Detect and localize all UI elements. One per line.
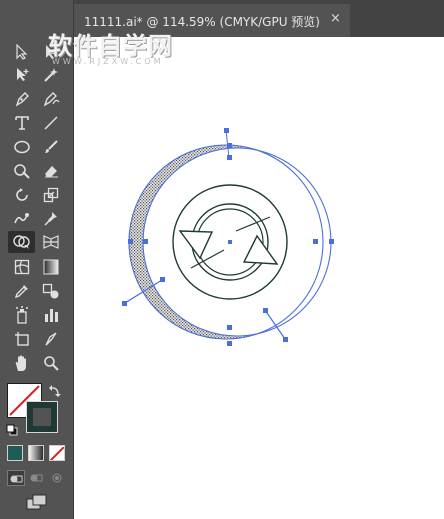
tools-panel bbox=[0, 0, 74, 519]
slice-tool-icon[interactable] bbox=[39, 328, 63, 350]
curvature-tool-icon[interactable] bbox=[39, 88, 63, 110]
shape-builder-tool-icon[interactable] bbox=[8, 231, 35, 253]
zoom-tool-icon[interactable] bbox=[39, 352, 63, 374]
blend-tool-icon[interactable] bbox=[39, 280, 63, 302]
puppet-warp-tool-icon[interactable] bbox=[39, 208, 63, 230]
pen-tool-icon[interactable] bbox=[10, 88, 34, 110]
none-mode-button[interactable] bbox=[49, 445, 65, 461]
artboard-tool-icon[interactable] bbox=[10, 328, 34, 350]
type-tool-icon[interactable] bbox=[10, 112, 34, 134]
draw-inside-icon[interactable] bbox=[49, 470, 65, 484]
hand-tool-icon[interactable] bbox=[10, 352, 34, 374]
watermark-logo: 软件自学网 bbox=[48, 32, 173, 60]
center-point bbox=[228, 240, 232, 244]
swap-fill-stroke-icon[interactable] bbox=[48, 383, 62, 397]
color-mode-button[interactable] bbox=[7, 445, 23, 461]
stroke-swatch-hole bbox=[33, 408, 51, 426]
mesh-tool-icon[interactable] bbox=[10, 256, 34, 278]
ellipse-tool-icon[interactable] bbox=[10, 136, 34, 158]
rotate-tool-icon[interactable] bbox=[10, 184, 34, 206]
draw-normal-icon[interactable] bbox=[7, 470, 25, 486]
warp-tool-icon[interactable] bbox=[10, 208, 34, 230]
stroke-swatch[interactable] bbox=[26, 401, 58, 433]
gradient-mode-button[interactable] bbox=[28, 445, 44, 461]
artwork bbox=[122, 128, 334, 346]
paintbrush-tool-icon[interactable] bbox=[39, 136, 63, 158]
selection-tool-icon[interactable] bbox=[10, 41, 34, 63]
shaper-tool-icon[interactable] bbox=[10, 160, 34, 182]
column-graph-tool-icon[interactable] bbox=[39, 304, 63, 326]
group-selection-tool-icon[interactable] bbox=[10, 64, 34, 86]
gradient-tool-icon[interactable] bbox=[39, 256, 63, 278]
draw-behind-icon[interactable] bbox=[28, 470, 44, 484]
line-segment-tool-icon[interactable] bbox=[39, 112, 63, 134]
watermark-url: WWW.RJZXW.COM bbox=[52, 57, 164, 66]
magic-wand-tool-icon[interactable] bbox=[39, 64, 63, 86]
symbol-sprayer-tool-icon[interactable] bbox=[10, 304, 34, 326]
close-tab-icon[interactable]: × bbox=[330, 11, 341, 27]
eraser-tool-icon[interactable] bbox=[39, 160, 63, 182]
screen-mode-icon[interactable] bbox=[26, 494, 48, 510]
perspective-grid-tool-icon[interactable] bbox=[39, 231, 63, 253]
eyedropper-tool-icon[interactable] bbox=[10, 280, 34, 302]
default-fill-stroke-icon[interactable] bbox=[6, 421, 18, 436]
crescent-region[interactable] bbox=[128, 144, 324, 340]
none-slash-icon bbox=[50, 446, 64, 460]
artboard-canvas[interactable] bbox=[74, 37, 444, 519]
scale-tool-icon[interactable] bbox=[39, 184, 63, 206]
